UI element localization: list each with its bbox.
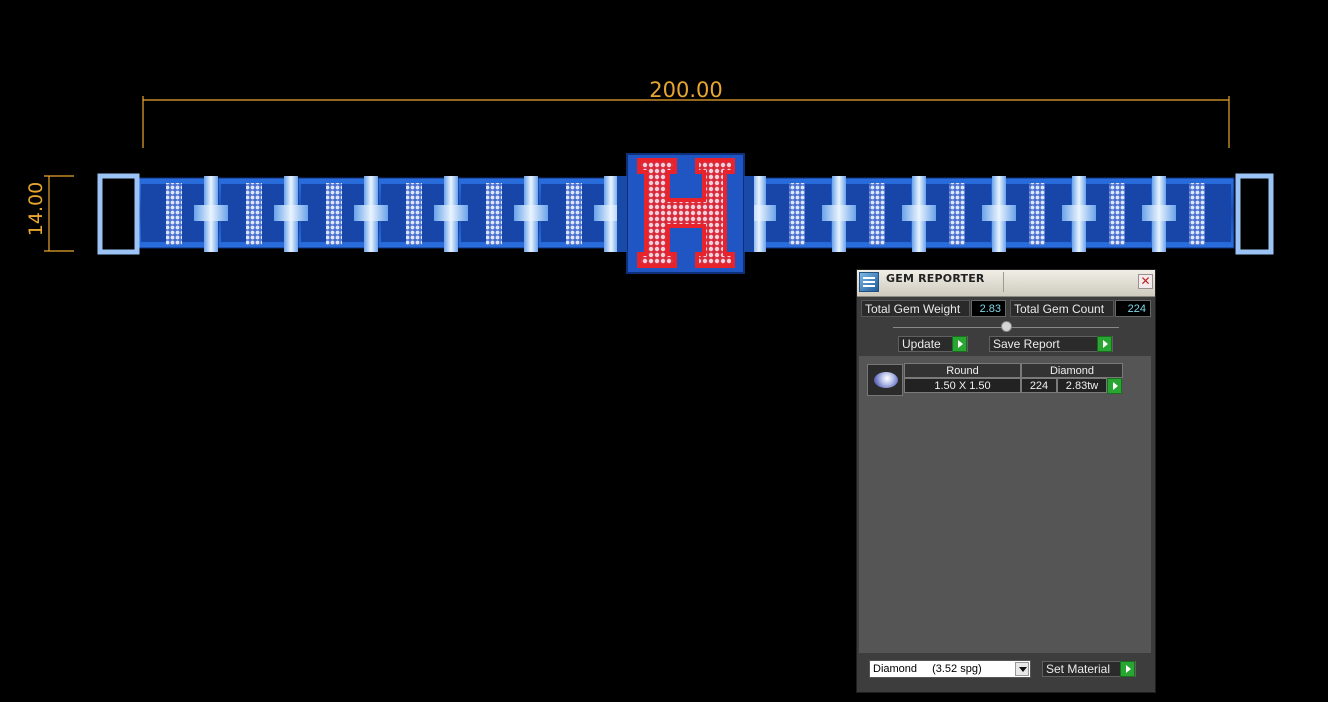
gem-shape-header: Round xyxy=(904,363,1021,378)
titlebar-separator xyxy=(1003,272,1004,292)
close-icon[interactable]: ✕ xyxy=(1138,274,1153,289)
gem-reporter-panel: GEM REPORTER ✕ Total Gem Weight 2.83 Tot… xyxy=(856,269,1156,693)
save-report-button-label: Save Report xyxy=(993,337,1060,351)
center-h-plate xyxy=(617,153,754,274)
play-arrow-icon xyxy=(952,336,967,352)
play-arrow-icon xyxy=(1120,661,1135,677)
gem-reporter-titlebar[interactable]: GEM REPORTER ✕ xyxy=(857,270,1155,297)
left-clasp xyxy=(97,173,140,255)
material-select[interactable]: Diamond (3.52 spg) xyxy=(869,660,1031,678)
gem-size-cell: 1.50 X 1.50 xyxy=(904,378,1021,393)
set-material-button-label: Set Material xyxy=(1046,662,1111,676)
total-gem-count-label: Total Gem Count xyxy=(1010,300,1114,317)
gem-count-cell: 224 xyxy=(1021,378,1057,393)
height-dimension-line xyxy=(44,175,74,252)
save-report-button[interactable]: Save Report xyxy=(989,336,1113,352)
width-dimension-line xyxy=(142,96,1230,148)
gem-report-icon xyxy=(859,272,879,292)
total-gem-weight-value: 2.83 xyxy=(971,300,1006,317)
right-clasp xyxy=(1235,173,1274,255)
gem-row-arrow-icon[interactable] xyxy=(1107,378,1122,394)
round-gem-icon[interactable] xyxy=(867,364,903,396)
play-arrow-icon xyxy=(1097,336,1112,352)
material-select-value: Diamond xyxy=(873,663,918,675)
chevron-down-icon[interactable] xyxy=(1015,662,1029,676)
gem-list: Round Diamond 1.50 X 1.50 224 2.83tw xyxy=(859,356,1151,653)
height-dimension-label: 14.00 xyxy=(25,181,47,237)
total-gem-weight-label: Total Gem Weight xyxy=(861,300,970,317)
gem-reporter-title: GEM REPORTER xyxy=(886,272,985,285)
width-dimension-label: 200.00 xyxy=(649,78,723,102)
material-select-spg: (3.52 spg) xyxy=(932,663,982,675)
gem-material-header: Diamond xyxy=(1021,363,1123,378)
total-gem-count-value: 224 xyxy=(1115,300,1151,317)
set-material-button[interactable]: Set Material xyxy=(1042,661,1136,677)
gem-weight-cell: 2.83tw xyxy=(1057,378,1107,393)
update-button-label: Update xyxy=(902,337,941,351)
update-button[interactable]: Update xyxy=(898,336,968,352)
collapse-knob[interactable] xyxy=(1001,321,1012,332)
